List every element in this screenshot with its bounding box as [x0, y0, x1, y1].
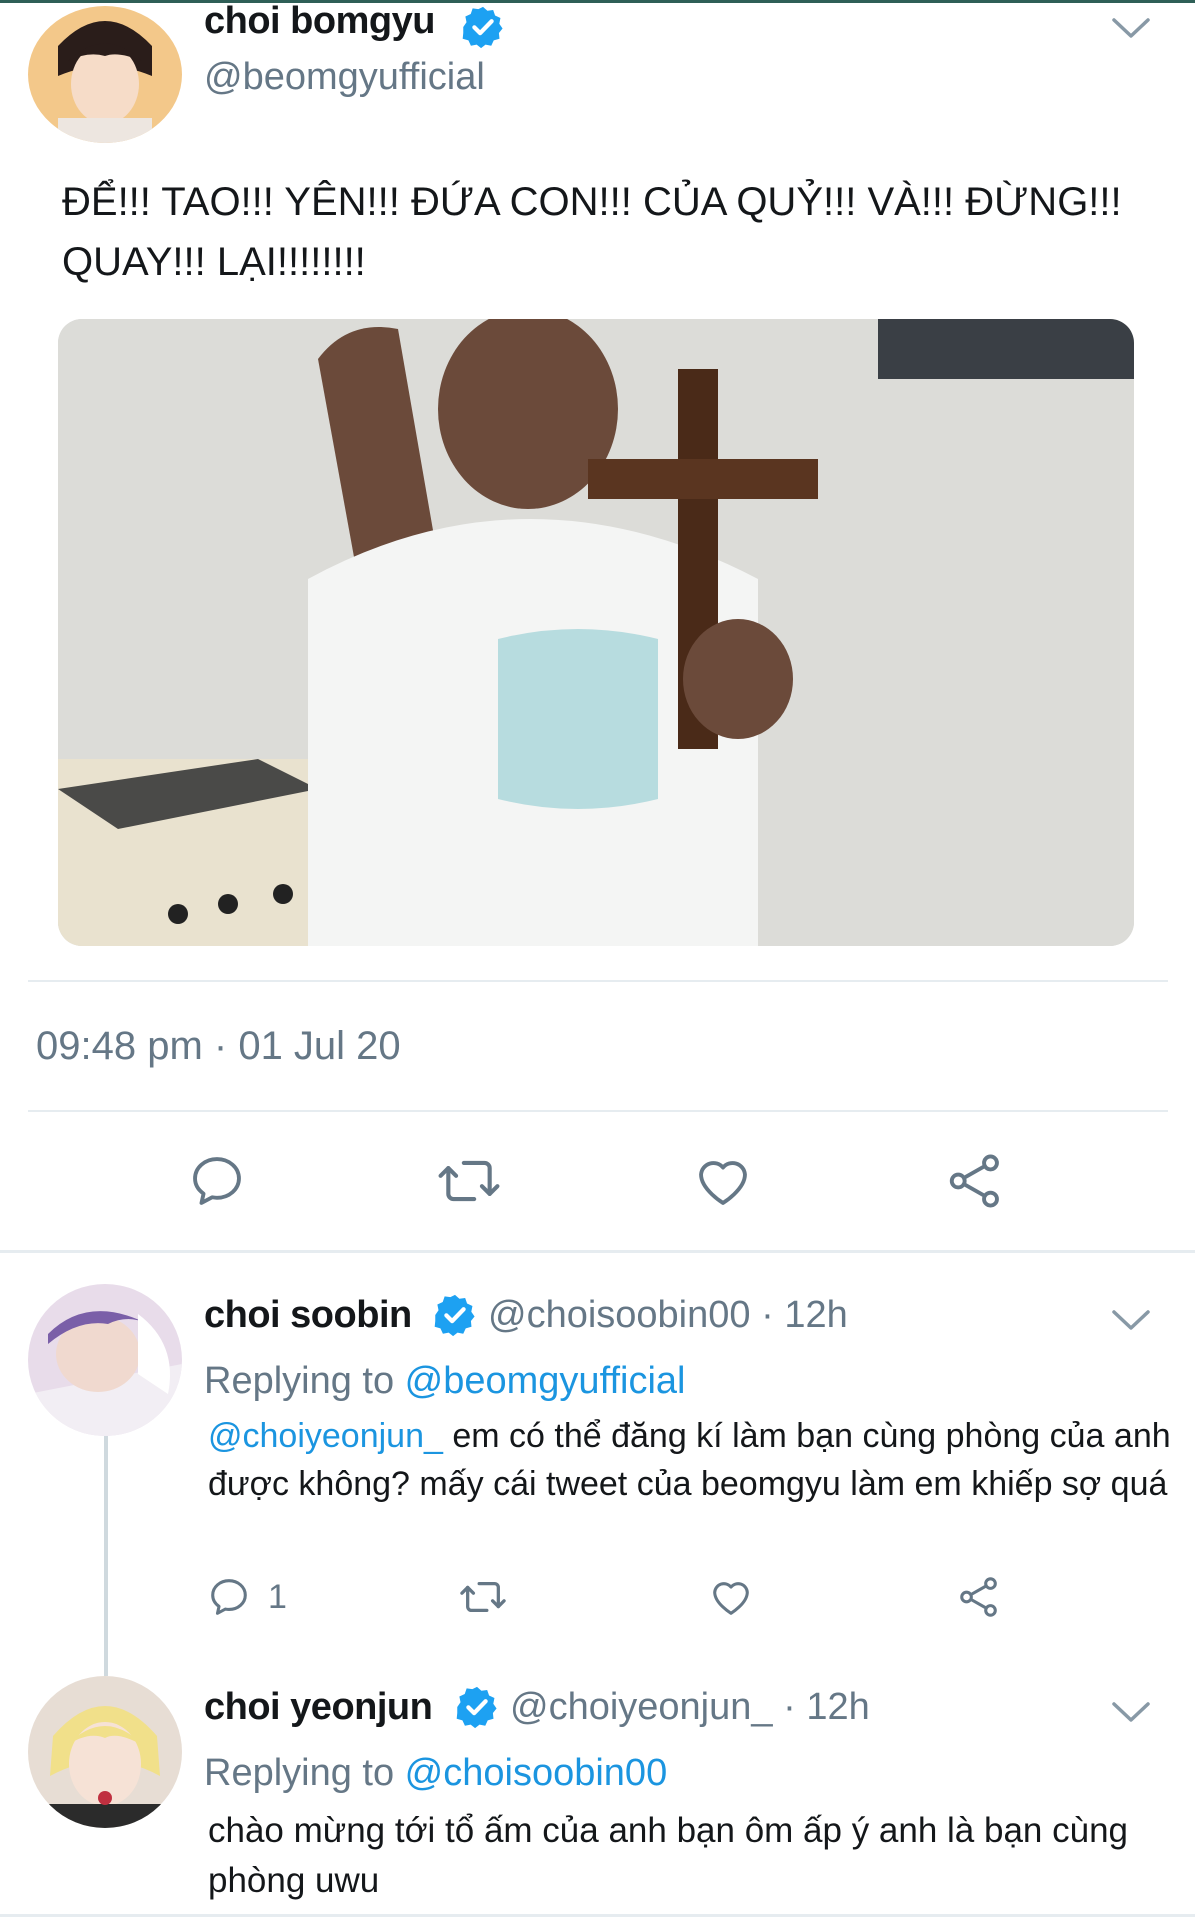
reply-icon	[193, 1157, 241, 1205]
mention-link[interactable]: @choiyeonjun_	[208, 1417, 443, 1455]
reply-text: @choiyeonjun_ em có thể đăng kí làm bạn …	[208, 1417, 1171, 1503]
retweet-button[interactable]	[434, 1150, 504, 1212]
reply-icon	[211, 1579, 247, 1615]
chevron-down-icon[interactable]	[1110, 14, 1152, 42]
divider	[28, 1110, 1168, 1112]
verified-badge-icon	[434, 1294, 475, 1337]
reply-count: 1	[268, 1578, 287, 1616]
like-icon	[699, 1161, 747, 1205]
like-button[interactable]	[692, 1150, 754, 1212]
reply-button[interactable]	[206, 1574, 252, 1620]
divider	[0, 1914, 1195, 1917]
verified-badge-icon	[462, 6, 503, 49]
top-accent-line	[0, 0, 1195, 3]
reply-author-handle[interactable]: @choisoobin00 · 12h	[488, 1294, 848, 1337]
reply-author-handle[interactable]: @choiyeonjun_ · 12h	[510, 1686, 870, 1729]
tweet-text: ĐỂ!!! TAO!!! YÊN!!! ĐỨA CON!!! CỦA QUỶ!!…	[62, 180, 1122, 284]
retweet-button[interactable]	[456, 1574, 510, 1620]
replying-to-link[interactable]: @choisoobin00	[405, 1752, 668, 1794]
reply-button[interactable]	[186, 1150, 248, 1212]
author-handle[interactable]: @beomgyufficial	[204, 56, 485, 99]
tweet-timestamp[interactable]: 09:48 pm · 01 Jul 20	[36, 1024, 401, 1069]
tweet-media-photo[interactable]	[58, 319, 1134, 946]
chevron-down-icon[interactable]	[1110, 1306, 1152, 1334]
retweet-icon	[460, 1581, 506, 1613]
like-button[interactable]	[708, 1574, 754, 1620]
avatar[interactable]	[28, 1284, 182, 1436]
replying-to: Replying to @choisoobin00	[204, 1752, 668, 1794]
reply-author-name[interactable]: choi yeonjun	[204, 1686, 433, 1729]
avatar[interactable]	[28, 6, 182, 143]
like-icon	[713, 1582, 749, 1615]
share-icon	[949, 1154, 999, 1208]
divider	[0, 1250, 1195, 1253]
verified-badge-icon	[456, 1686, 497, 1729]
share-button[interactable]	[956, 1574, 1002, 1620]
divider	[28, 980, 1168, 982]
avatar[interactable]	[28, 1676, 182, 1828]
author-name[interactable]: choi bomgyu	[204, 0, 435, 43]
retweet-icon	[438, 1160, 500, 1202]
reply-text: chào mừng tới tổ ấm của anh bạn ôm ấp ý …	[208, 1811, 1129, 1900]
replying-to-link[interactable]: @beomgyufficial	[405, 1360, 686, 1402]
share-button[interactable]	[944, 1150, 1006, 1212]
replying-to: Replying to @beomgyufficial	[204, 1360, 686, 1402]
thread-connector	[104, 1436, 108, 1676]
reply-author-name[interactable]: choi soobin	[204, 1294, 412, 1337]
share-icon	[960, 1577, 997, 1617]
chevron-down-icon[interactable]	[1110, 1698, 1152, 1726]
